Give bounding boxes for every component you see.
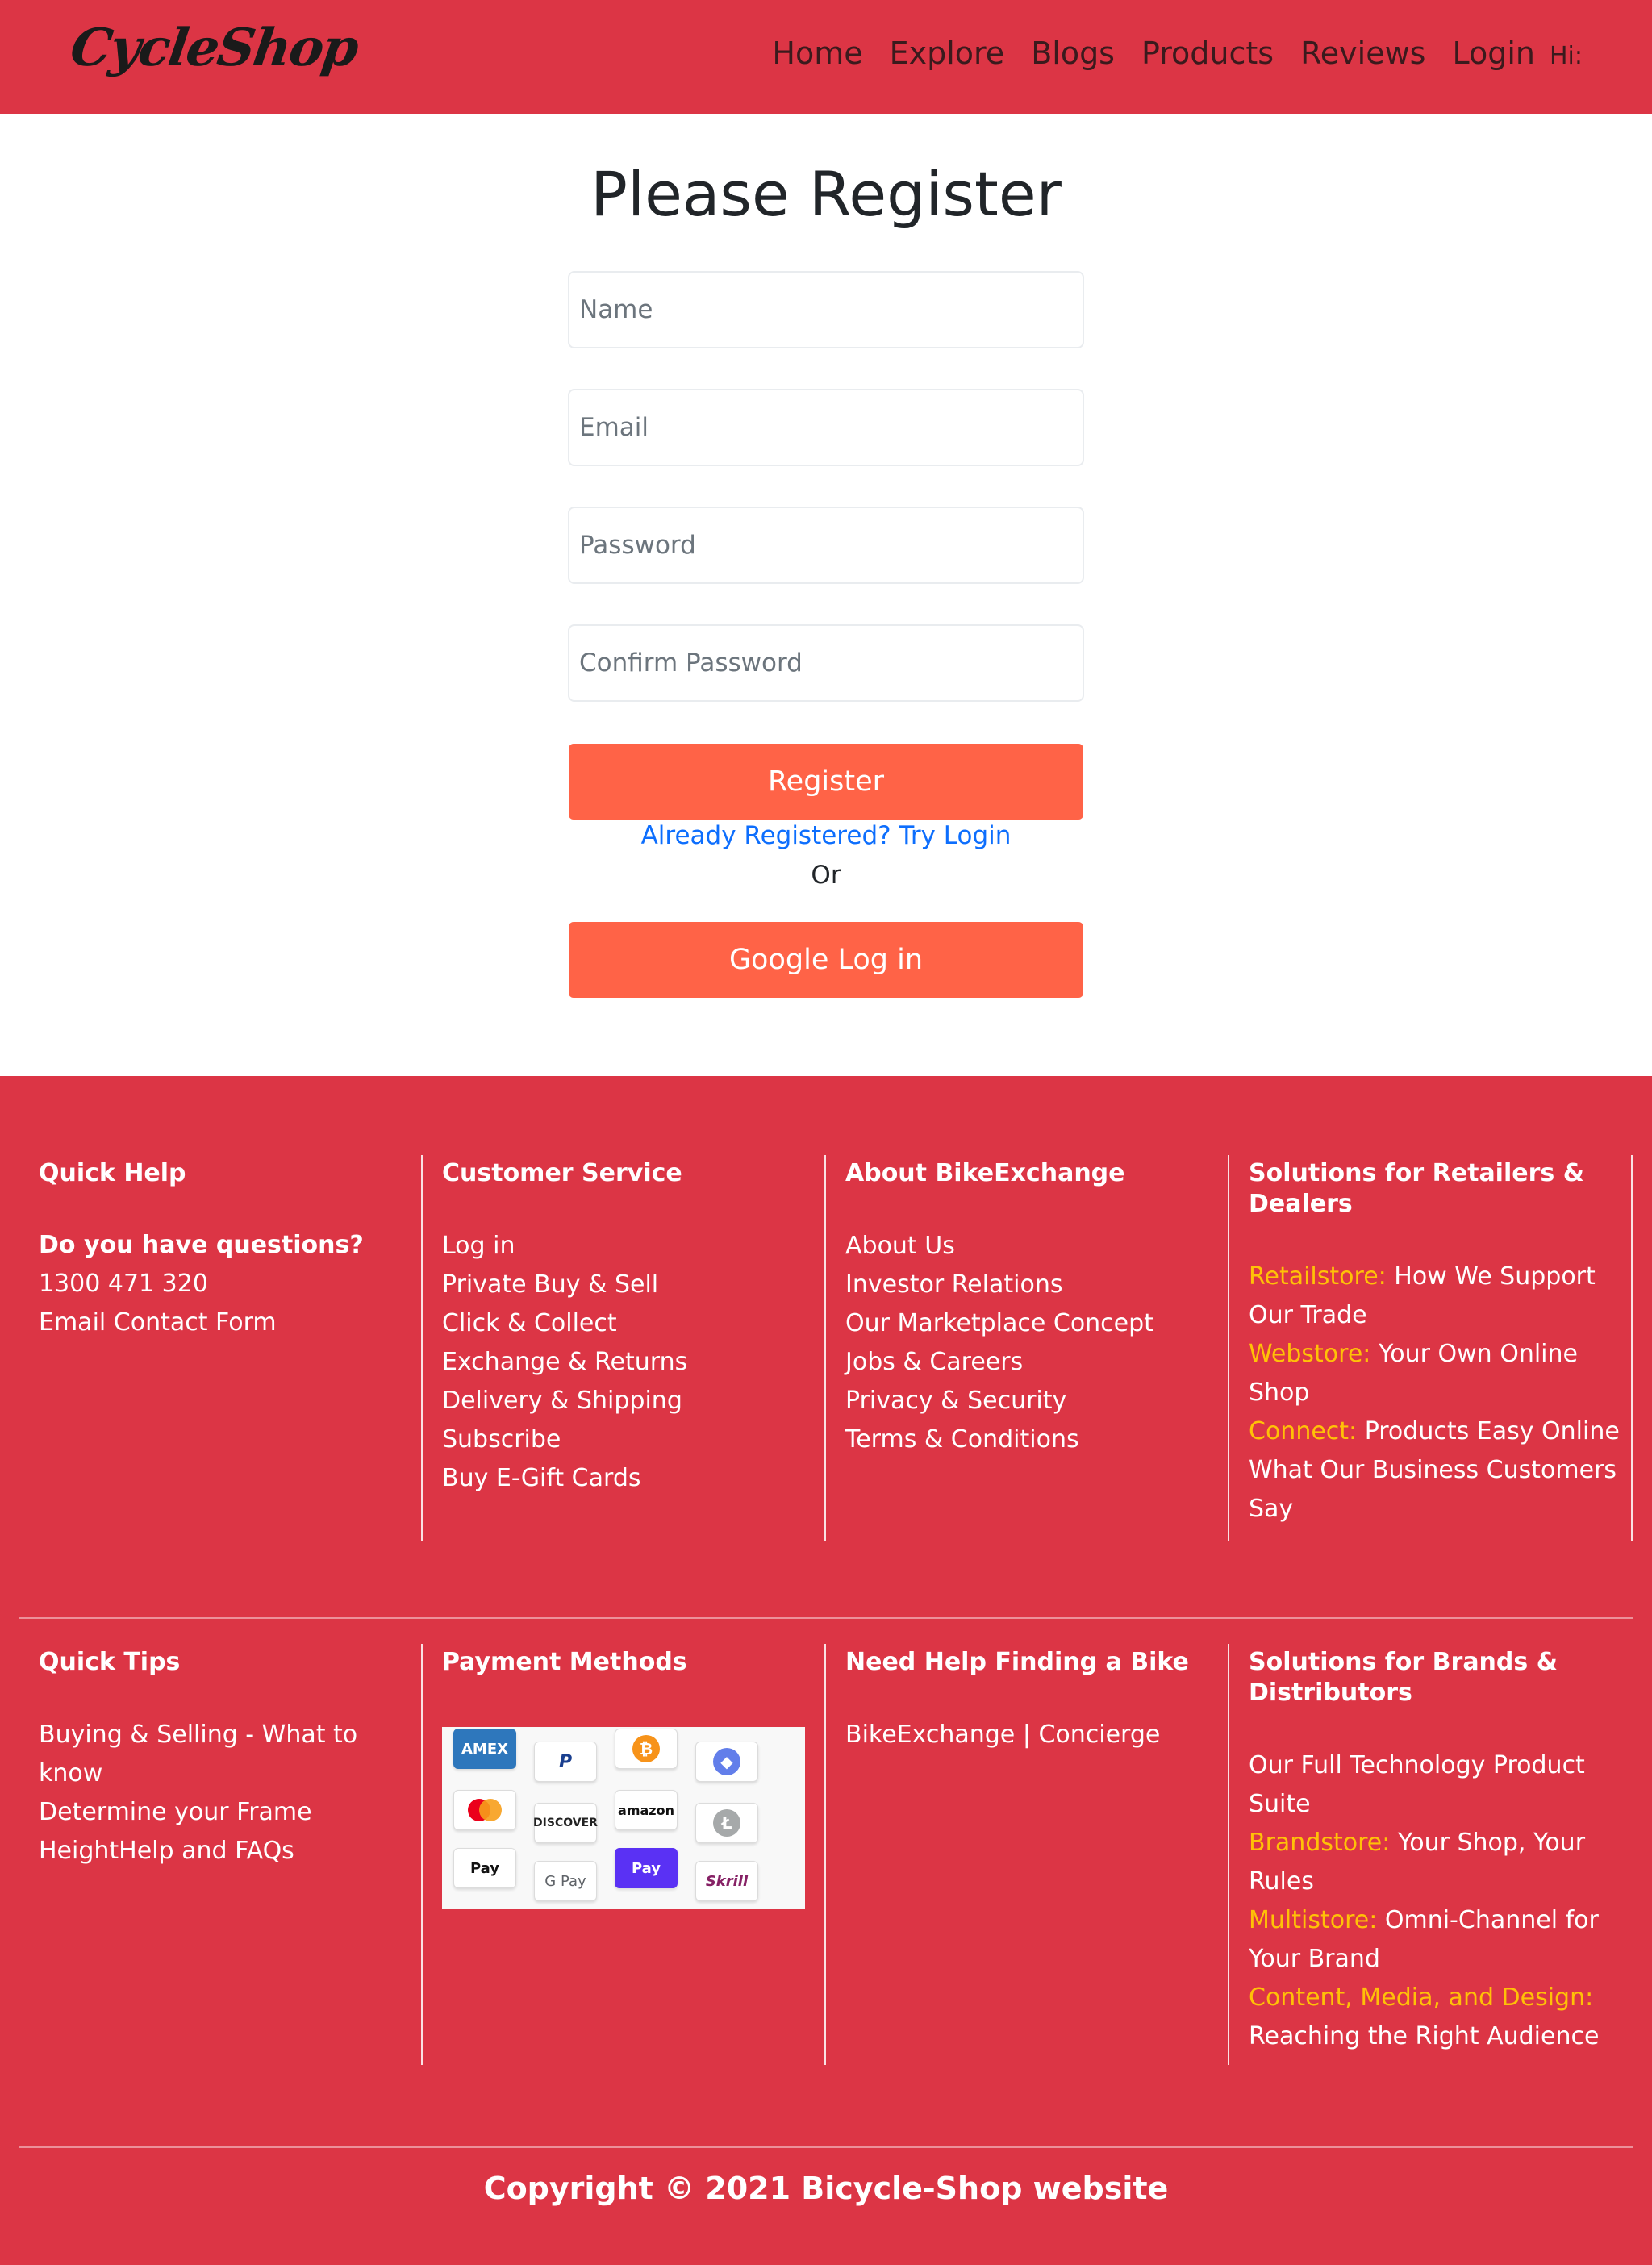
footer: Quick Help Do you have questions? 1300 4… bbox=[0, 1076, 1652, 2265]
about-column: About BikeExchange About Us Investor Rel… bbox=[845, 1158, 1216, 1459]
user-greeting: Hi: bbox=[1549, 42, 1583, 70]
customer-service-column: Customer Service Log in Private Buy & Se… bbox=[442, 1158, 813, 1498]
google-login-button[interactable]: Google Log in bbox=[569, 922, 1083, 998]
divider bbox=[1228, 1644, 1229, 2065]
retailstore-item[interactable]: Retailstore: How We Support Our Trade bbox=[1249, 1258, 1620, 1335]
quick-tips-heading: Quick Tips bbox=[39, 1648, 181, 1676]
business-customers-item[interactable]: What Our Business Customers Say bbox=[1249, 1451, 1620, 1529]
amazon-icon: amazon bbox=[615, 1790, 678, 1830]
brands-column: Solutions for Brands & Distributors Our … bbox=[1249, 1647, 1620, 2056]
nav-products-link[interactable]: Products bbox=[1141, 35, 1274, 71]
paypal-icon: P bbox=[534, 1742, 597, 1782]
retailers-column: Solutions for Retailers & Dealers Retail… bbox=[1249, 1158, 1620, 1529]
apple-pay-icon: Pay bbox=[453, 1848, 516, 1888]
nav-explore-link[interactable]: Explore bbox=[890, 35, 1005, 71]
connect-item[interactable]: Connect: Products Easy Online bbox=[1249, 1412, 1620, 1451]
payment-methods-column: Payment Methods bbox=[442, 1647, 813, 1678]
brandstore-item[interactable]: Brandstore: Your Shop, Your Rules bbox=[1249, 1824, 1620, 1901]
click-collect-link[interactable]: Click & Collect bbox=[442, 1309, 617, 1337]
navbar: CycleShop Home Explore Blogs Products Re… bbox=[0, 0, 1652, 114]
customer-service-heading: Customer Service bbox=[442, 1159, 682, 1187]
email-contact-form-link[interactable]: Email Contact Form bbox=[39, 1308, 277, 1337]
divider bbox=[421, 1644, 423, 2065]
divider bbox=[421, 1155, 423, 1541]
retailers-heading: Solutions for Retailers & Dealers bbox=[1249, 1159, 1584, 1218]
quick-tips-column: Quick Tips Buying & Selling - What to kn… bbox=[39, 1647, 410, 1871]
buying-selling-link[interactable]: Buying & Selling - What to know bbox=[39, 1721, 357, 1787]
finding-bike-column: Need Help Finding a Bike BikeExchange | … bbox=[845, 1647, 1216, 1754]
nav-links: Home Explore Blogs Products Reviews Logi… bbox=[745, 35, 1583, 71]
litecoin-icon: Ł bbox=[695, 1803, 758, 1843]
amex-icon: AMEX bbox=[453, 1729, 516, 1769]
row-divider bbox=[19, 1617, 1633, 1619]
subscribe-link[interactable]: Subscribe bbox=[442, 1425, 561, 1454]
footer-login-link[interactable]: Log in bbox=[442, 1232, 515, 1260]
privacy-security-link[interactable]: Privacy & Security bbox=[845, 1387, 1066, 1415]
brands-heading: Solutions for Brands & Distributors bbox=[1249, 1648, 1558, 1707]
divider bbox=[824, 1644, 826, 2065]
delivery-shipping-link[interactable]: Delivery & Shipping bbox=[442, 1387, 682, 1415]
nav-login-link[interactable]: Login bbox=[1452, 35, 1535, 71]
quick-help-column: Quick Help Do you have questions? 1300 4… bbox=[39, 1158, 410, 1342]
copyright-text: Copyright © 2021 Bicycle-Shop website bbox=[483, 2171, 1169, 2206]
or-separator: Or bbox=[811, 861, 841, 890]
investor-relations-link[interactable]: Investor Relations bbox=[845, 1270, 1062, 1299]
multistore-item[interactable]: Multistore: Omni-Channel for Your Brand bbox=[1249, 1901, 1620, 1979]
mastercard-icon bbox=[453, 1790, 516, 1830]
google-pay-icon: G Pay bbox=[534, 1861, 597, 1901]
technology-suite-item[interactable]: Our Full Technology Product Suite bbox=[1249, 1746, 1620, 1824]
bitcoin-icon: ₿ bbox=[615, 1729, 678, 1769]
frame-height-link[interactable]: Determine your Frame HeightHelp and FAQs bbox=[39, 1798, 312, 1865]
nav-reviews-link[interactable]: Reviews bbox=[1300, 35, 1425, 71]
email-input[interactable] bbox=[568, 389, 1084, 466]
ethereum-icon: ◆ bbox=[695, 1742, 758, 1782]
nav-blogs-link[interactable]: Blogs bbox=[1031, 35, 1115, 71]
marketplace-concept-link[interactable]: Our Marketplace Concept bbox=[845, 1309, 1153, 1337]
private-buy-sell-link[interactable]: Private Buy & Sell bbox=[442, 1270, 658, 1299]
name-input[interactable] bbox=[568, 271, 1084, 348]
divider bbox=[1228, 1155, 1229, 1541]
skrill-icon: Skrill bbox=[695, 1861, 758, 1901]
divider bbox=[824, 1155, 826, 1541]
quick-help-heading: Quick Help bbox=[39, 1159, 186, 1187]
gift-cards-link[interactable]: Buy E-Gift Cards bbox=[442, 1464, 641, 1492]
password-input[interactable] bbox=[568, 507, 1084, 584]
content-media-item[interactable]: Content, Media, and Design: Reaching the… bbox=[1249, 1979, 1620, 2056]
copyright-divider bbox=[19, 2146, 1633, 2148]
exchange-returns-link[interactable]: Exchange & Returns bbox=[442, 1348, 687, 1376]
concierge-link[interactable]: BikeExchange | Concierge bbox=[845, 1721, 1160, 1749]
phone-number: 1300 471 320 bbox=[39, 1270, 208, 1298]
discover-icon: DISCOVER bbox=[533, 1803, 598, 1843]
questions-heading: Do you have questions? bbox=[39, 1231, 364, 1259]
login-link[interactable]: Already Registered? Try Login bbox=[0, 821, 1652, 850]
shop-pay-icon: Pay bbox=[615, 1848, 678, 1888]
terms-conditions-link[interactable]: Terms & Conditions bbox=[845, 1425, 1079, 1454]
confirm-password-input[interactable] bbox=[568, 624, 1084, 702]
page-title: Please Register bbox=[590, 158, 1062, 230]
webstore-item[interactable]: Webstore: Your Own Online Shop bbox=[1249, 1335, 1620, 1412]
about-us-link[interactable]: About Us bbox=[845, 1232, 955, 1260]
payment-methods-heading: Payment Methods bbox=[442, 1648, 687, 1676]
nav-home-link[interactable]: Home bbox=[772, 35, 862, 71]
finding-bike-heading: Need Help Finding a Bike bbox=[845, 1648, 1189, 1676]
divider bbox=[1631, 1155, 1633, 1541]
register-button[interactable]: Register bbox=[569, 744, 1083, 820]
brand-logo[interactable]: CycleShop bbox=[67, 18, 361, 78]
payment-methods-image: AMEX P ₿ ◆ DISCOVER amazon Ł Pay G Pay P… bbox=[442, 1727, 805, 1909]
about-heading: About BikeExchange bbox=[845, 1159, 1125, 1187]
jobs-careers-link[interactable]: Jobs & Careers bbox=[845, 1348, 1023, 1376]
